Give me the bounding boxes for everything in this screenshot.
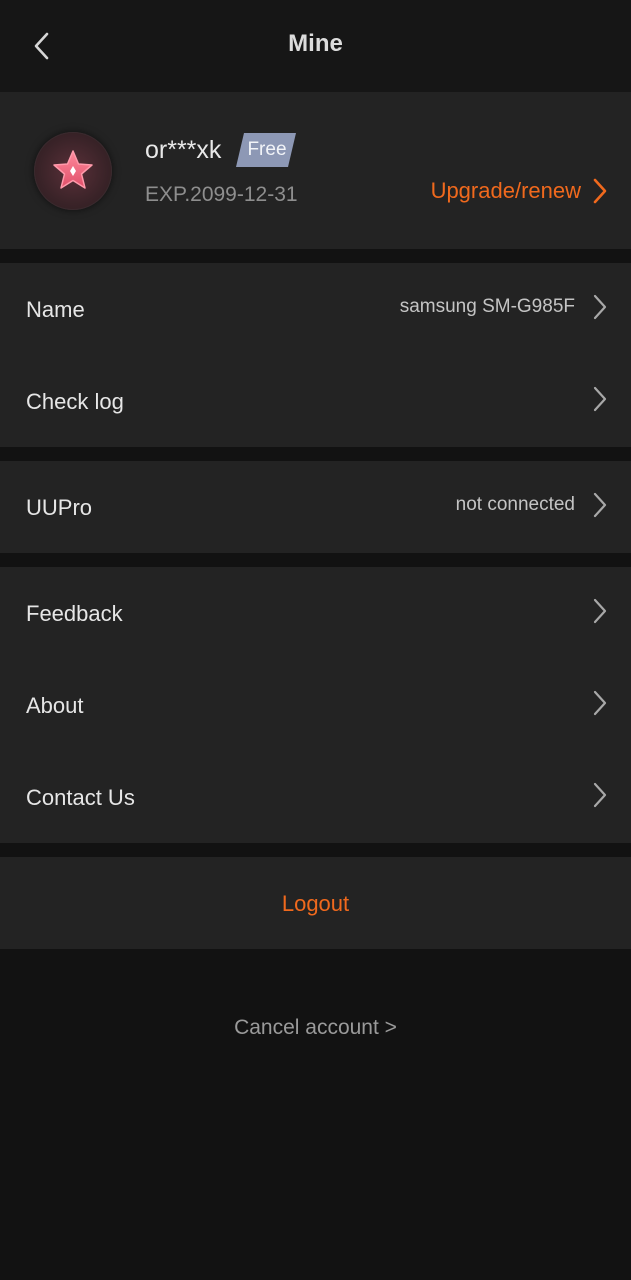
avatar[interactable] (34, 132, 112, 210)
expiry-date: EXP.2099-12-31 (145, 183, 298, 206)
upgrade-renew-label: Upgrade/renew (430, 178, 581, 203)
name-row[interactable]: Name samsung SM-G985F (0, 263, 631, 355)
profile-card: or***xk Free EXP.2099-12-31 Upgrade/rene… (0, 92, 631, 249)
chevron-right-icon (593, 598, 607, 624)
plan-badge: Free (236, 133, 296, 167)
chevron-right-icon (593, 294, 607, 320)
contact-us-row[interactable]: Contact Us (0, 751, 631, 843)
about-row[interactable]: About (0, 659, 631, 751)
feedback-label: Feedback (26, 601, 123, 626)
uupro-group: UUPro not connected (0, 461, 631, 553)
uupro-row[interactable]: UUPro not connected (0, 461, 631, 553)
username: or***xk (145, 136, 222, 164)
cancel-account-link[interactable]: Cancel account > (0, 1016, 631, 1040)
device-settings-group: Name samsung SM-G985F Check log (0, 263, 631, 447)
star-icon (53, 150, 93, 189)
feedback-row[interactable]: Feedback (0, 567, 631, 659)
chevron-right-icon (593, 492, 607, 518)
check-log-row[interactable]: Check log (0, 355, 631, 447)
chevron-right-icon (593, 178, 607, 204)
uupro-label: UUPro (26, 495, 93, 520)
support-group: Feedback About Contact Us (0, 567, 631, 843)
name-value: samsung SM-G985F (399, 296, 575, 317)
app-header: Mine (0, 0, 631, 92)
chevron-right-icon (593, 386, 607, 412)
chevron-right-icon (593, 782, 607, 808)
chevron-right-icon (593, 690, 607, 716)
plan-badge-label: Free (247, 139, 287, 160)
check-log-label: Check log (26, 389, 124, 414)
contact-us-label: Contact Us (26, 785, 135, 810)
page-title: Mine (288, 30, 343, 57)
name-label: Name (26, 297, 85, 322)
uupro-value: not connected (455, 494, 575, 515)
logout-button[interactable]: Logout (0, 857, 631, 949)
upgrade-renew-button[interactable]: Upgrade/renew (431, 178, 607, 204)
about-label: About (26, 693, 84, 718)
logout-label: Logout (281, 891, 350, 916)
